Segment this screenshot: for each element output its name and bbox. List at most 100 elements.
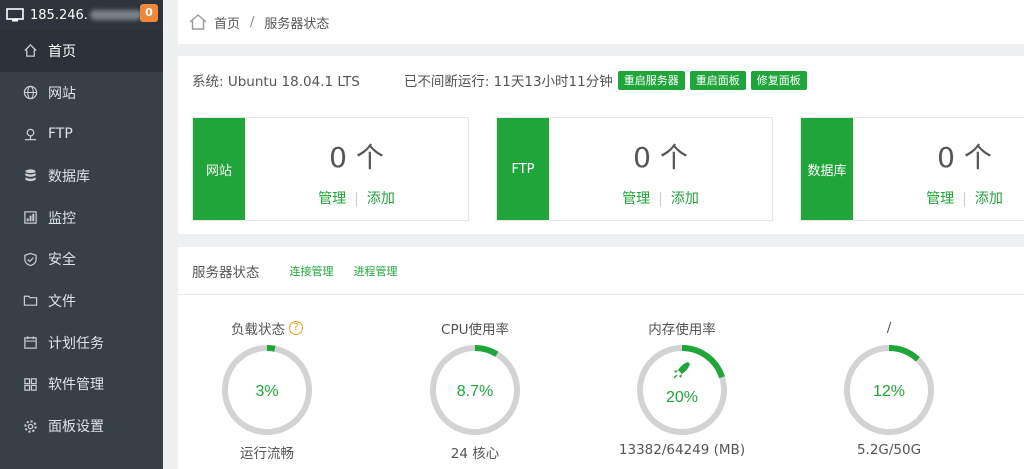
help-icon[interactable]: ? (289, 321, 303, 335)
sidebar-item-settings[interactable]: 面板设置 (0, 405, 163, 447)
gauge-title: / (886, 320, 892, 336)
add-link[interactable]: 添加 (367, 191, 395, 207)
gauge-ring: 3% (222, 345, 312, 435)
stat-card-database: 数据库 0 个 管理 | 添加 (800, 117, 1024, 221)
stat-count: 0 个 (937, 141, 992, 174)
stat-links: 管理 | 添加 (245, 188, 468, 208)
stat-links: 管理 | 添加 (853, 188, 1024, 208)
sidebar-item-label: FTP (48, 126, 73, 143)
stat-label: FTP (497, 118, 549, 220)
home-icon[interactable] (188, 13, 208, 31)
gauge-value: 20% (666, 389, 698, 406)
gear-icon (22, 418, 38, 434)
stat-card-ftp: FTP 0 个 管理 | 添加 (496, 117, 773, 221)
gauge-disk[interactable]: / 12% 5.2G/50G (804, 318, 974, 458)
sidebar-item-home[interactable]: 首页 (0, 30, 163, 72)
overview-panel: 系统: Ubuntu 18.04.1 LTS 已不间断运行: 11天13小时11… (178, 56, 1024, 234)
stat-label: 网站 (193, 118, 245, 220)
server-status-title: 服务器状态 (192, 264, 260, 281)
gauge-memory[interactable]: 内存使用率 20% 13382/64249 (MB) (597, 318, 767, 458)
manage-link[interactable]: 管理 (622, 191, 650, 207)
sidebar-item-label: 计划任务 (48, 335, 104, 352)
shield-icon (22, 251, 38, 267)
breadcrumb-current: 服务器状态 (264, 16, 330, 32)
gauge-ring: 8.7% (430, 345, 520, 435)
gauge-load[interactable]: 负载状态 ? 3% 运行流畅 (182, 318, 352, 462)
restart-server-button[interactable]: 重启服务器 (617, 70, 685, 90)
stat-card-website: 网站 0 个 管理 | 添加 (192, 117, 469, 221)
connection-manage-link[interactable]: 连接管理 (290, 263, 334, 279)
gauge-title: 负载状态 (231, 322, 285, 338)
gauge-title-row: 负载状态 ? (182, 318, 352, 338)
gauge-title-row: 内存使用率 (597, 318, 767, 338)
folder-icon (22, 293, 38, 309)
sidebar-item-label: 网站 (48, 85, 76, 102)
gauge-footer: 13382/64249 (MB) (618, 442, 746, 458)
gauge-value: 3% (255, 383, 278, 400)
gauge-title-row: CPU使用率 (390, 318, 560, 338)
system-uptime: 已不间断运行: 11天13小时11分钟 (403, 74, 613, 90)
breadcrumb: 首页 / 服务器状态 (178, 0, 1024, 44)
sidebar-item-files[interactable]: 文件 (0, 280, 163, 322)
gauge-title: CPU使用率 (441, 322, 509, 338)
server-ip: 185.246. (30, 7, 88, 23)
gauge-footer: 5.2G/50G (856, 442, 922, 458)
ftp-icon (22, 126, 38, 142)
stat-count: 0 个 (633, 141, 688, 174)
gauge-ring: 12% (844, 345, 934, 435)
link-divider: | (354, 191, 359, 207)
gauge-ring: 20% (637, 345, 727, 435)
repair-panel-button[interactable]: 修复面板 (750, 70, 807, 90)
manage-link[interactable]: 管理 (318, 191, 346, 207)
sidebar: 185.246. 0 首页 网站 FTP 数据库 监控 安全 文件 计划任务 软… (0, 0, 163, 469)
grid-icon (22, 376, 38, 392)
calendar-icon (22, 335, 38, 351)
rocket-icon[interactable] (673, 362, 690, 379)
ip-mask (89, 10, 142, 20)
system-os: 系统: Ubuntu 18.04.1 LTS (192, 74, 360, 90)
main-content: 首页 / 服务器状态 系统: Ubuntu 18.04.1 LTS 已不间断运行… (163, 0, 1024, 469)
sidebar-item-label: 数据库 (48, 168, 90, 185)
sidebar-nav: 首页 网站 FTP 数据库 监控 安全 文件 计划任务 软件管理 面板设置 (0, 30, 163, 447)
sidebar-item-label: 监控 (48, 210, 76, 227)
link-divider: | (658, 191, 663, 207)
sidebar-item-website[interactable]: 网站 (0, 72, 163, 114)
sidebar-item-label: 安全 (48, 252, 76, 269)
add-link[interactable]: 添加 (671, 191, 699, 207)
breadcrumb-home[interactable]: 首页 (214, 13, 240, 32)
add-link[interactable]: 添加 (975, 191, 1003, 207)
stat-links: 管理 | 添加 (549, 188, 772, 208)
gauge-footer: 24 核心 (450, 446, 500, 462)
gauge-footer: 运行流畅 (240, 446, 294, 462)
sidebar-item-cron[interactable]: 计划任务 (0, 322, 163, 364)
home-icon (22, 43, 38, 59)
sidebar-item-label: 面板设置 (48, 419, 104, 436)
globe-icon (22, 85, 38, 101)
sidebar-item-label: 文件 (48, 293, 76, 310)
breadcrumb-separator: / (250, 14, 255, 30)
system-info: 系统: Ubuntu 18.04.1 LTS 已不间断运行: 11天13小时11… (192, 70, 807, 90)
server-status-header: 服务器状态 连接管理 进程管理 (178, 247, 1024, 295)
gauge-title-row: / (804, 318, 974, 338)
stat-label: 数据库 (801, 118, 853, 220)
sidebar-item-monitor[interactable]: 监控 (0, 197, 163, 239)
monitor-icon (22, 210, 38, 226)
sidebar-item-label: 首页 (48, 43, 76, 60)
database-icon (22, 168, 38, 184)
sidebar-item-database[interactable]: 数据库 (0, 155, 163, 197)
gauge-value: 8.7% (457, 383, 493, 400)
gauge-title: 内存使用率 (648, 322, 716, 338)
server-header: 185.246. 0 (0, 0, 163, 30)
sidebar-item-ftp[interactable]: FTP (0, 113, 163, 155)
notification-badge[interactable]: 0 (140, 4, 158, 22)
gauge-value: 12% (873, 383, 905, 400)
link-divider: | (962, 191, 967, 207)
sidebar-item-software[interactable]: 软件管理 (0, 364, 163, 406)
manage-link[interactable]: 管理 (926, 191, 954, 207)
gauge-cpu[interactable]: CPU使用率 8.7% 24 核心 (390, 318, 560, 462)
stat-count: 0 个 (329, 141, 384, 174)
monitor-icon (6, 8, 24, 22)
restart-panel-button[interactable]: 重启面板 (689, 70, 746, 90)
process-manage-link[interactable]: 进程管理 (354, 263, 398, 279)
sidebar-item-security[interactable]: 安全 (0, 238, 163, 280)
